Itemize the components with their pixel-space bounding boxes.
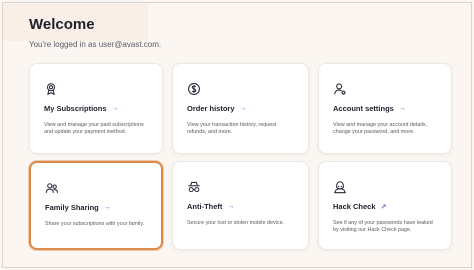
arrow-right-icon: → (111, 105, 119, 112)
card-my-subscriptions[interactable]: My Subscriptions → View and manage your … (29, 63, 163, 154)
award-badge-icon (46, 83, 56, 96)
card-description: View and manage your account details, ch… (333, 122, 427, 136)
card-title: Order history (187, 104, 235, 113)
arrow-right-icon: → (239, 105, 247, 112)
logged-in-subtitle: You're logged in as user@avast.com. (29, 40, 162, 49)
card-description: See if any of your passwords have leaked… (333, 220, 433, 234)
card-anti-theft[interactable]: Anti-Theft → Secure your lost or stolen … (172, 161, 309, 250)
hacker-icon (334, 181, 346, 194)
card-description: Share your subscriptions with your famil… (45, 221, 145, 227)
card-description: Secure your lost or stolen mobile device… (187, 220, 285, 226)
card-order-history[interactable]: Order history → View your transaction hi… (172, 63, 309, 154)
card-account-settings[interactable]: Account settings → View and manage your … (318, 63, 452, 154)
card-description: View your transaction history, request r… (187, 122, 277, 136)
user-settings-icon (334, 83, 346, 95)
card-hack-check[interactable]: Hack Check ↗ See if any of your password… (318, 161, 452, 250)
arrow-right-icon: → (227, 203, 235, 210)
card-family-sharing[interactable]: Family Sharing → Share your subscription… (29, 161, 163, 250)
arrow-right-icon: → (103, 204, 111, 211)
card-title: My Subscriptions (44, 104, 107, 113)
dollar-circle-icon (188, 83, 200, 95)
card-title: Anti-Theft (187, 202, 223, 211)
spy-glasses-icon (188, 181, 200, 193)
family-users-icon (45, 183, 59, 193)
card-title: Family Sharing (45, 203, 99, 212)
card-title: Hack Check (333, 202, 376, 211)
card-title: Account settings (333, 104, 394, 113)
page-title: Welcome (29, 16, 95, 33)
external-link-icon: ↗ (380, 203, 387, 211)
account-dashboard: Welcome You're logged in as user@avast.c… (2, 2, 472, 268)
card-description: View and manage your paid subscriptions … (44, 122, 144, 136)
arrow-right-icon: → (398, 105, 406, 112)
cards-grid: My Subscriptions → View and manage your … (29, 63, 452, 250)
